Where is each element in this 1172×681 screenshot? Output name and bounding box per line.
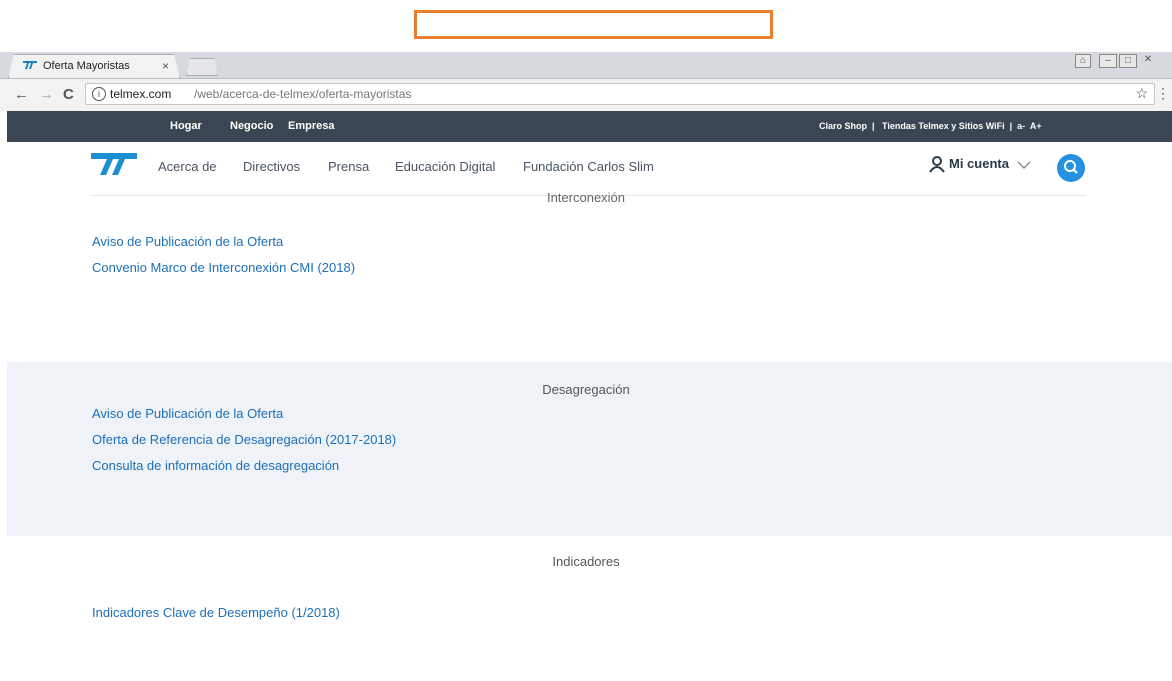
topbar-link-hogar[interactable]: Hogar bbox=[170, 120, 202, 132]
topbar-link-negocio[interactable]: Negocio bbox=[230, 120, 273, 132]
url-host: telmex.com bbox=[110, 87, 172, 101]
browser-tab[interactable]: Oferta Mayoristas × bbox=[8, 54, 180, 78]
profile-icon[interactable]: ⌂ bbox=[1075, 54, 1091, 68]
url-input[interactable]: i telmex.com /web/acerca-de-telmex/ofert… bbox=[85, 83, 1155, 105]
tab-close-icon[interactable]: × bbox=[162, 59, 169, 73]
top-bar: Hogar Negocio Empresa Claro Shop | Tiend… bbox=[7, 111, 1172, 142]
highlight-box bbox=[414, 10, 773, 39]
link-aviso-interconexion[interactable]: Aviso de Publicación de la Oferta bbox=[92, 234, 283, 249]
link-aviso-desagregacion[interactable]: Aviso de Publicación de la Oferta bbox=[92, 406, 283, 421]
new-tab-button[interactable] bbox=[186, 58, 218, 76]
section-title-desagregacion: Desagregación bbox=[542, 382, 630, 397]
link-oferta-referencia[interactable]: Oferta de Referencia de Desagregación (2… bbox=[92, 432, 396, 447]
telmex-favicon-icon bbox=[23, 60, 37, 70]
info-icon[interactable]: i bbox=[92, 87, 106, 101]
forward-icon[interactable]: → bbox=[39, 86, 54, 103]
link-consulta-informacion[interactable]: Consulta de información de desagregación bbox=[92, 458, 339, 473]
browser-tab-strip: Oferta Mayoristas × ⌂ – □ ✕ bbox=[0, 52, 1172, 79]
minimize-icon[interactable]: – bbox=[1099, 54, 1117, 68]
maximize-icon[interactable]: □ bbox=[1119, 54, 1137, 68]
address-bar-row: ← → C i telmex.com /web/acerca-de-telmex… bbox=[0, 79, 1172, 111]
section-title-indicadores: Indicadores bbox=[552, 554, 620, 569]
close-window-icon[interactable]: ✕ bbox=[1139, 54, 1157, 68]
link-convenio-marco[interactable]: Convenio Marco de Interconexión CMI (201… bbox=[92, 260, 355, 275]
reload-icon[interactable]: C bbox=[63, 86, 74, 103]
topbar-link-empresa[interactable]: Empresa bbox=[288, 120, 334, 132]
link-indicadores-clave[interactable]: Indicadores Clave de Desempeño (1/2018) bbox=[92, 605, 340, 620]
url-path: /web/acerca-de-telmex/oferta-mayoristas bbox=[194, 87, 412, 101]
topbar-right-links[interactable]: Claro Shop | Tiendas Telmex y Sitios WiF… bbox=[819, 121, 1042, 131]
bookmark-star-icon[interactable]: ☆ bbox=[1135, 85, 1148, 102]
browser-menu-icon[interactable]: ⋮ bbox=[1156, 85, 1170, 102]
back-icon[interactable]: ← bbox=[14, 86, 29, 103]
tab-title: Oferta Mayoristas bbox=[43, 60, 130, 72]
